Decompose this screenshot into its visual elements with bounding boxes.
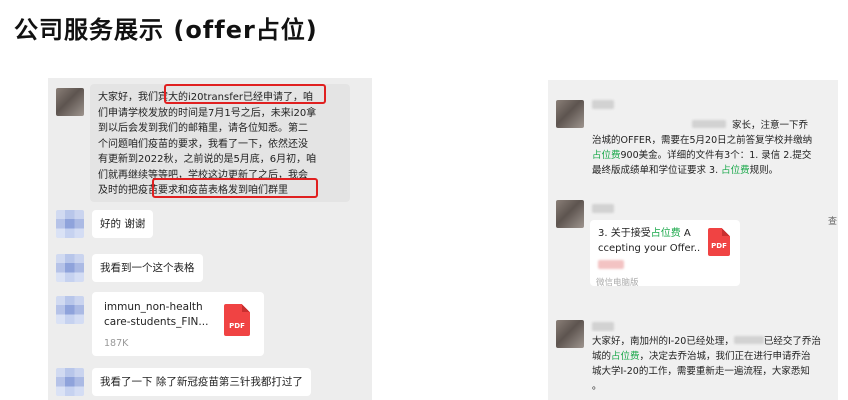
blurred-mention (692, 120, 726, 128)
highlight-box-i20 (164, 84, 326, 104)
highlight-box-vaccine (152, 178, 318, 198)
blurred-file-meta (598, 260, 624, 269)
message-text: 城的 (592, 351, 612, 362)
message-line: 到以后会发到我们的邮箱里，请各位知悉。第二 (98, 123, 308, 134)
file-size: 187K (104, 338, 129, 349)
right-chat-panel: 家长，注意一下乔 治城的OFFER，需要在5月20日之前答复学校并缴纳 占位费9… (548, 80, 838, 400)
blurred-mention (733, 336, 764, 344)
message-line: 城大学I-20的工作，需要重新走一遍流程，大家悉知 (592, 366, 810, 377)
message-line: 治城的OFFER，需要在5月20日之前答复学校并缴纳 (592, 135, 813, 146)
message-line: 。 (592, 381, 602, 392)
blurred-sender-name (592, 322, 614, 331)
file-card-immun[interactable]: immun_non-health care-students_FIN... 18… (92, 292, 264, 356)
message-line: 占位费900美金。详细的文件有3个：1. 录信 2.提交 (592, 148, 822, 163)
file-title-text: 3. 关于接受 (598, 228, 651, 239)
avatar[interactable] (56, 88, 84, 116)
file-title-text: A (680, 228, 691, 239)
blurred-sender-name (592, 100, 614, 109)
message-line: 们申请学校发放的时间是7月1号之后，未来i20拿 (98, 107, 317, 119)
message-text: 大家好，南加州的I-20已经处理， (592, 336, 734, 347)
message-text: 规则。 (749, 165, 779, 176)
message-text: 已经交了乔治 (763, 336, 821, 347)
left-chat-panel: 大家好，我们宾大的i20transfer已经申请了，咱 们申请学校发放的时间是7… (48, 78, 372, 400)
file-title-highlight: 占位费 (650, 228, 681, 239)
file-name-line2: care-students_FIN... (104, 316, 209, 328)
avatar[interactable] (56, 368, 84, 396)
message-line: 最终版成绩单和学位证要求 3. 占位费规则。 (592, 163, 822, 178)
file-title-line1: 3. 关于接受占位费 A (598, 226, 691, 241)
message-bubble-4: 我看了一下 除了新冠疫苗第三针我都打过了 (92, 368, 311, 396)
message-line: 城的占位费，决定去乔治城，我们正在进行申请乔治 (592, 349, 828, 364)
page-title: 公司服务展示 (offer占位) (14, 16, 318, 44)
file-title-line2: ccepting your Offer.. (598, 243, 701, 254)
avatar[interactable] (556, 200, 584, 228)
pdf-file-icon: PDF (224, 304, 250, 336)
message-line: 个问题咱们疫苗的要求，我看了一下，依然还没 (98, 138, 308, 150)
blurred-sender-name (592, 204, 614, 213)
message-bubble-2: 好的 谢谢 (92, 210, 154, 238)
message-bubble-offer: 家长，注意一下乔 治城的OFFER，需要在5月20日之前答复学校并缴纳 占位费9… (584, 114, 830, 188)
avatar[interactable] (556, 100, 584, 128)
avatar[interactable] (556, 320, 584, 348)
message-line: 有更新到2022秋，之前说的是5月底，6月初，咱 (98, 154, 317, 165)
message-text: 900美金。详细的文件有3个：1. 录信 2.提交 (620, 150, 812, 161)
file-name-line1: immun_non-health (104, 301, 203, 313)
message-bubble-3: 我看到一个这个表格 (92, 254, 203, 282)
message-text: 家长，注意一下乔 (732, 120, 809, 131)
message-text: ，决定去乔治城，我们正在进行申请乔治 (639, 351, 811, 362)
pdf-file-icon: PDF (708, 228, 730, 256)
highlight-text: 占位费 (592, 150, 621, 161)
message-line: 家长，注意一下乔 (592, 118, 822, 133)
message-text: 最终版成绩单和学位证要求 3. (592, 165, 722, 176)
message-bubble-i20: 大家好，南加州的I-20已经处理， 已经交了乔治 城的占位费，决定去乔治城，我们正… (584, 332, 836, 396)
avatar[interactable] (56, 254, 84, 282)
avatar[interactable] (56, 210, 84, 238)
highlight-text: 占位费 (611, 351, 640, 362)
side-label[interactable]: 查 (828, 214, 837, 227)
highlight-text: 占位费 (721, 165, 750, 176)
message-line: 大家好，南加州的I-20已经处理， 已经交了乔治 (592, 334, 828, 349)
file-source-label: 微信电脑版 (596, 278, 639, 288)
avatar[interactable] (56, 296, 84, 324)
